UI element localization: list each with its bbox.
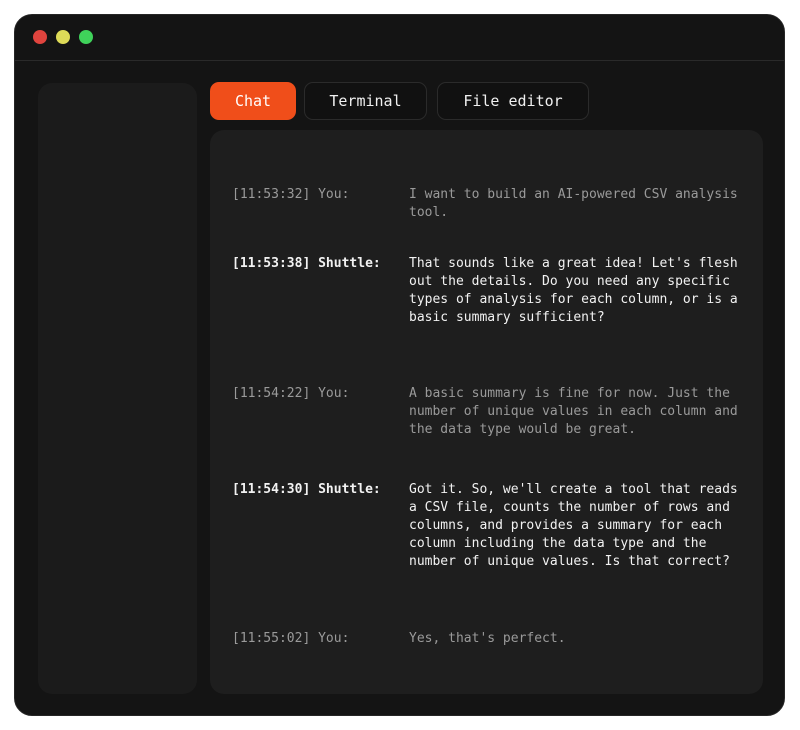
message-text: A basic summary is fine for now. Just th… [409,386,738,437]
message-meta: [11:54:30] Shuttle: [232,481,381,499]
message-meta: [11:53:32] You: [232,186,349,204]
chat-log[interactable]: [11:53:32] You: I want to build an AI-po… [210,130,763,694]
message-sender: Shuttle: [318,256,381,271]
message-time: [11:55:02] [232,631,311,646]
message-sender: Shuttle: [318,482,381,497]
message-meta: [11:54:22] You: [232,385,349,403]
message-text: I want to build an AI-powered CSV analys… [409,187,738,220]
message-time: [11:54:30] [232,482,311,497]
message-sender: You: [318,631,350,646]
message-meta: [11:53:38] Shuttle: [232,255,381,273]
title-bar [15,15,784,61]
message-meta: [11:55:02] You: [232,630,349,648]
close-window-button[interactable] [33,30,47,44]
message-time: [11:53:38] [232,256,311,271]
tab-terminal[interactable]: Terminal [304,82,427,120]
maximize-window-button[interactable] [79,30,93,44]
message-sender: You: [318,187,350,202]
sidebar [38,83,197,694]
app-window: Chat Terminal File editor [11:53:32] You… [14,14,785,716]
message-text: Got it. So, we'll create a tool that rea… [409,482,738,569]
message-sender: You: [318,386,350,401]
message-text: That sounds like a great idea! Let's fle… [409,256,738,325]
minimize-window-button[interactable] [56,30,70,44]
message-text: Yes, that's perfect. [409,631,566,646]
tab-file-editor[interactable]: File editor [437,82,589,120]
message-time: [11:54:22] [232,386,311,401]
message-time: [11:53:32] [232,187,311,202]
tab-chat[interactable]: Chat [210,82,296,120]
